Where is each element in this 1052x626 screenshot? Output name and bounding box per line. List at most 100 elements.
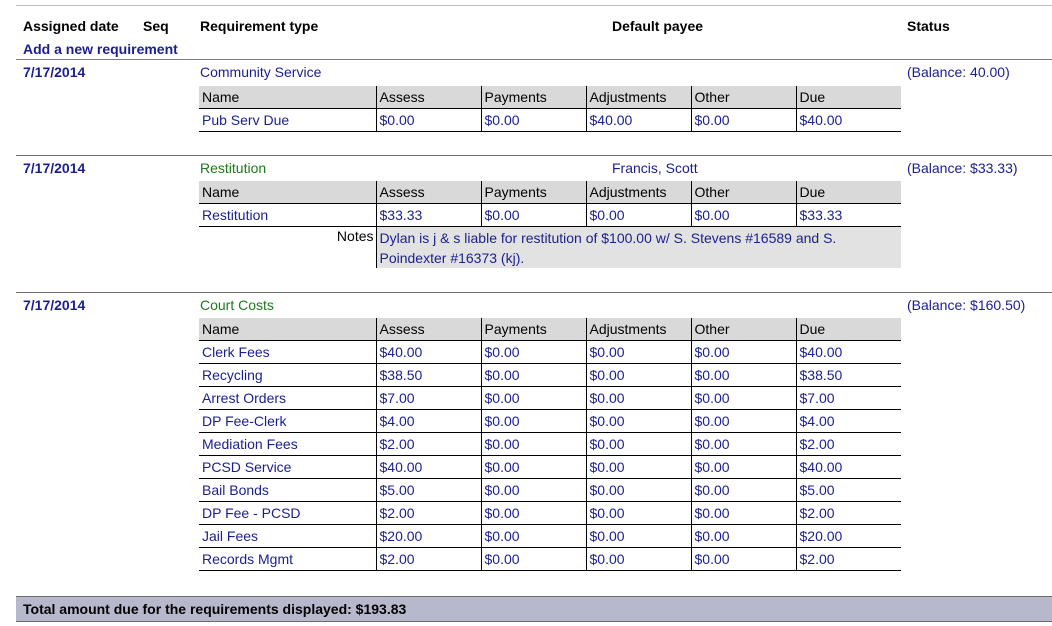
cell-adjustments: $40.00 [585,108,691,132]
col-header-default-payee: Default payee [612,18,704,34]
th-due: Due [795,86,901,109]
cell-assess: $40.00 [375,340,481,364]
cell-assess: $7.00 [375,386,481,410]
cell-payments: $0.00 [480,363,586,387]
cell-due: $4.00 [795,409,901,433]
th-adjustments: Adjustments [585,181,691,204]
requirement-detail-table: Name Assess Payments Adjustments Other D… [199,318,901,571]
cell-payments: $0.00 [480,340,586,364]
top-divider [16,5,1052,6]
cell-adjustments: $0.00 [585,340,691,364]
cell-other: $0.00 [690,108,796,132]
cell-adjustments: $0.00 [585,455,691,479]
cell-other: $0.00 [690,432,796,456]
cell-other: $0.00 [690,363,796,387]
th-payments: Payments [480,318,586,341]
col-header-assigned-date: Assigned date [23,18,119,34]
requirement-type-link[interactable]: Community Service [200,64,321,81]
cell-payments: $0.00 [480,409,586,433]
group-divider [16,292,1052,293]
th-name: Name [199,318,376,341]
balance-status: (Balance: $160.50) [907,297,1026,313]
cell-name: Pub Serv Due [199,108,376,132]
add-requirement-link[interactable]: Add a new requirement [23,40,178,58]
header-divider [16,59,1052,60]
cell-assess: $38.50 [375,363,481,387]
cell-adjustments: $0.00 [585,363,691,387]
cell-payments: $0.00 [480,203,586,227]
cell-name: Jail Fees [199,524,376,548]
cell-assess: $33.33 [375,203,481,227]
cell-due: $2.00 [795,432,901,456]
cell-name: PCSD Service [199,455,376,479]
notes-text: Dylan is j & s liable for restitution of… [375,226,901,268]
th-other: Other [690,86,796,109]
cell-due: $2.00 [795,547,901,571]
th-name: Name [199,86,376,109]
total-due-text: Total amount due for the requirements di… [23,601,407,617]
cell-assess: $5.00 [375,478,481,502]
cell-adjustments: $0.00 [585,432,691,456]
th-adjustments: Adjustments [585,86,691,109]
cell-adjustments: $0.00 [585,524,691,548]
cell-due: $33.33 [795,203,901,227]
cell-name: Records Mgmt [199,547,376,571]
requirement-type-link[interactable]: Court Costs [200,297,274,314]
requirement-type-link[interactable]: Restitution [200,160,266,177]
table-row: Mediation Fees $2.00 $0.00 $0.00 $0.00 $2.00 [199,432,901,456]
cell-payments: $0.00 [480,524,586,548]
table-row: Clerk Fees $40.00 $0.00 $0.00 $0.00 $40.00 [199,340,901,364]
balance-status: (Balance: $33.33) [907,160,1018,176]
cell-other: $0.00 [690,340,796,364]
cell-assess: $40.00 [375,455,481,479]
col-header-requirement-type: Requirement type [200,18,319,34]
table-row: Restitution $33.33 $0.00 $0.00 $0.00 $33… [199,203,901,227]
cell-payments: $0.00 [480,501,586,525]
table-row: DP Fee-Clerk $4.00 $0.00 $0.00 $0.00 $4.00 [199,409,901,433]
cell-name: DP Fee - PCSD [199,501,376,525]
cell-assess: $2.00 [375,432,481,456]
cell-due: $40.00 [795,340,901,364]
cell-assess: $2.00 [375,501,481,525]
cell-other: $0.00 [690,203,796,227]
notes-label: Notes [199,226,376,268]
cell-adjustments: $0.00 [585,501,691,525]
cell-payments: $0.00 [480,547,586,571]
cell-name: Arrest Orders [199,386,376,410]
table-header-row: Name Assess Payments Adjustments Other D… [199,86,901,109]
th-due: Due [795,318,901,341]
cell-other: $0.00 [690,524,796,548]
cell-name: DP Fee-Clerk [199,409,376,433]
cell-assess: $2.00 [375,547,481,571]
cell-due: $5.00 [795,478,901,502]
cell-due: $40.00 [795,108,901,132]
th-due: Due [795,181,901,204]
cell-adjustments: $0.00 [585,547,691,571]
table-row: Pub Serv Due $0.00 $0.00 $40.00 $0.00 $4… [199,108,901,132]
th-payments: Payments [480,86,586,109]
cell-due: $20.00 [795,524,901,548]
assigned-date: 7/17/2014 [23,160,86,176]
cell-name: Bail Bonds [199,478,376,502]
cell-other: $0.00 [690,501,796,525]
cell-other: $0.00 [690,409,796,433]
table-row: Bail Bonds $5.00 $0.00 $0.00 $0.00 $5.00 [199,478,901,502]
table-header-row: Name Assess Payments Adjustments Other D… [199,318,901,341]
cell-payments: $0.00 [480,108,586,132]
cell-adjustments: $0.00 [585,478,691,502]
table-row: PCSD Service $40.00 $0.00 $0.00 $0.00 $40.00 [199,455,901,479]
cell-assess: $4.00 [375,409,481,433]
th-assess: Assess [375,181,481,204]
table-row: Jail Fees $20.00 $0.00 $0.00 $0.00 $20.00 [199,524,901,548]
cell-other: $0.00 [690,455,796,479]
cell-name: Mediation Fees [199,432,376,456]
notes-row: Notes Dylan is j & s liable for restitut… [199,226,901,268]
table-row: Records Mgmt $2.00 $0.00 $0.00 $0.00 $2.00 [199,547,901,571]
balance-status: (Balance: 40.00) [907,64,1010,80]
cell-name: Clerk Fees [199,340,376,364]
cell-assess: $0.00 [375,108,481,132]
cell-due: $40.00 [795,455,901,479]
cell-adjustments: $0.00 [585,386,691,410]
requirement-detail-table: Name Assess Payments Adjustments Other D… [199,86,901,132]
cell-adjustments: $0.00 [585,409,691,433]
